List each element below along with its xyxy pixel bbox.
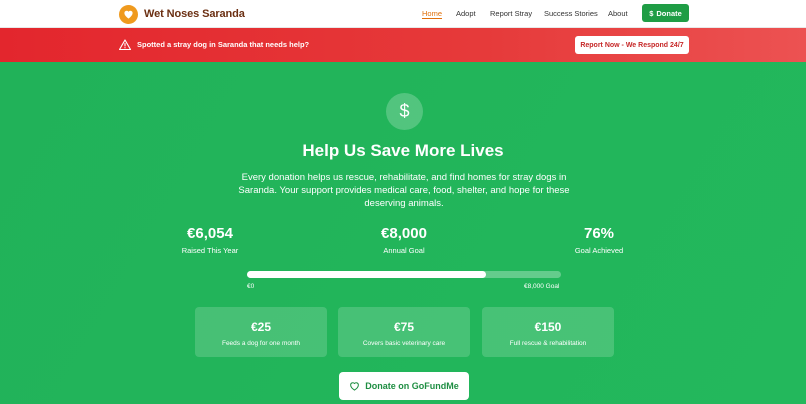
warning-icon xyxy=(119,39,131,50)
heart-icon xyxy=(119,4,138,24)
heart-outline-icon xyxy=(350,382,360,391)
nav-success-stories[interactable]: Success Stories xyxy=(544,9,598,18)
tier-amount: €25 xyxy=(250,320,272,334)
donation-tier-card[interactable]: €150 Full rescue & rehabilitation xyxy=(482,307,614,357)
donate-button-label: Donate xyxy=(656,8,682,18)
tier-description: Covers basic veterinary care xyxy=(362,340,446,347)
tier-description: Full rescue & rehabilitation xyxy=(509,340,587,347)
stat-label: Raised This Year xyxy=(181,246,239,255)
site-header: Wet Noses Saranda Home Adopt Report Stra… xyxy=(0,0,806,28)
stat-achieved: 76% Goal Achieved xyxy=(559,225,639,255)
nav-report-stray[interactable]: Report Stray xyxy=(490,9,532,18)
dollar-icon: $ xyxy=(649,8,654,18)
stat-value: €8,000 xyxy=(381,225,427,242)
progress-max-label: €8,000 Goal xyxy=(524,283,560,290)
goal-progress-bar xyxy=(247,271,561,278)
nav-active-indicator xyxy=(422,18,442,19)
stat-value: 76% xyxy=(583,225,615,242)
tier-amount: €150 xyxy=(534,320,562,334)
report-now-button[interactable]: Report Now - We Respond 24/7 xyxy=(575,36,689,54)
stat-label: Goal Achieved xyxy=(574,246,624,255)
nav-about[interactable]: About xyxy=(608,9,628,18)
section-title: Help Us Save More Lives xyxy=(302,141,504,160)
tier-amount: €75 xyxy=(393,320,415,334)
stat-value: €6,054 xyxy=(187,225,233,242)
donation-tier-card[interactable]: €25 Feeds a dog for one month xyxy=(195,307,327,357)
donation-tier-card[interactable]: €75 Covers basic veterinary care xyxy=(338,307,470,357)
donation-section: $ Help Us Save More Lives Every donation… xyxy=(0,62,806,404)
brand[interactable]: Wet Noses Saranda xyxy=(119,4,245,24)
gofundme-button-label: Donate on GoFundMe xyxy=(365,381,459,391)
tier-description: Feeds a dog for one month xyxy=(221,340,301,347)
brand-name: Wet Noses Saranda xyxy=(144,8,245,20)
progress-min-label: €0 xyxy=(247,283,255,290)
goal-progress-fill xyxy=(247,271,486,278)
donate-gofundme-button[interactable]: Donate on GoFundMe xyxy=(339,372,469,400)
nav-home[interactable]: Home xyxy=(422,9,442,18)
stat-label: Annual Goal xyxy=(383,246,425,255)
donate-button[interactable]: $ Donate xyxy=(642,4,689,22)
nav-adopt[interactable]: Adopt xyxy=(456,9,476,18)
section-description: Every donation helps us rescue, rehabili… xyxy=(238,172,570,209)
stat-raised: €6,054 Raised This Year xyxy=(170,225,250,255)
alert-text: Spotted a stray dog in Saranda that need… xyxy=(137,40,310,49)
dollar-icon: $ xyxy=(386,93,423,130)
stat-goal: €8,000 Annual Goal xyxy=(364,225,444,255)
